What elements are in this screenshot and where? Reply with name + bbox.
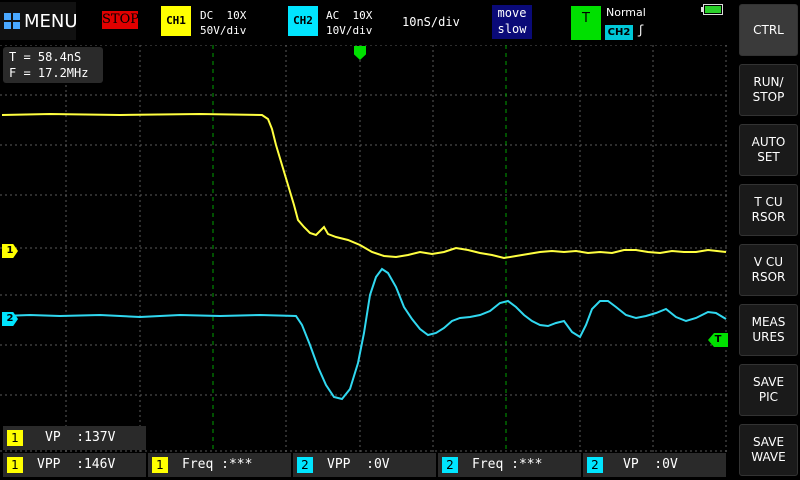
measurement-vp-ch2: 2 VP :0V xyxy=(583,453,726,477)
measurement-vp-ch1: 1 VP :137V xyxy=(3,426,146,450)
waveform-display[interactable] xyxy=(0,45,728,452)
measurement-value: VP :137V xyxy=(45,430,116,445)
measures-button[interactable]: MEAS URES xyxy=(739,304,798,356)
run-stop-button[interactable]: RUN/STOP xyxy=(739,64,798,116)
measurement-channel: 2 xyxy=(297,457,313,473)
t-cursor-label-2: RSOR xyxy=(751,210,786,224)
measurement-channel: 1 xyxy=(7,430,23,446)
cursor-readout: T = 58.4nS F = 17.2MHz xyxy=(3,47,103,83)
t-cursor-label-1: T CU xyxy=(754,195,783,209)
measurement-channel: 2 xyxy=(587,457,603,473)
ch2-settings[interactable]: AC 10X 10V/div xyxy=(326,8,372,38)
graticule xyxy=(0,45,728,452)
run-stop-label-1: RUN/ xyxy=(753,75,784,89)
auto-set-label-1: AUTO xyxy=(751,135,786,149)
measurement-channel: 1 xyxy=(7,457,23,473)
ch1-coupling: DC xyxy=(200,9,214,22)
move-label: move xyxy=(497,6,527,20)
measurement-value: VPP :146V xyxy=(37,457,116,472)
v-cursor-label-2: RSOR xyxy=(751,270,786,284)
move-speed-button[interactable]: move slow xyxy=(492,5,532,39)
period-readout: T = 58.4nS xyxy=(9,50,82,64)
speed-label: slow xyxy=(497,22,527,36)
auto-set-label-2: SET xyxy=(757,150,780,164)
frequency-readout: F = 17.2MHz xyxy=(9,66,89,80)
measurement-vpp-ch2: 2 VPP :0V xyxy=(293,453,436,477)
ch2-scale: 10V/div xyxy=(326,24,373,37)
run-stop-label-2: STOP xyxy=(752,90,785,104)
top-bar: MENU STOP CH1 DC 10X 50V/div CH2 AC 10X … xyxy=(0,0,735,44)
measurement-channel: 2 xyxy=(442,457,458,473)
auto-set-button[interactable]: AUTO SET xyxy=(739,124,798,176)
control-sidebar: CTRL RUN/STOP AUTO SET T CU RSOR V CU RSOR … xyxy=(737,0,800,480)
ch1-scale: 50V/div xyxy=(200,24,247,37)
ch2-waveform xyxy=(1,267,727,401)
save-wave-button[interactable]: SAVE WAVE xyxy=(739,424,798,476)
measurement-value: VPP :0V xyxy=(327,457,390,472)
menu-label: MENU xyxy=(24,11,78,32)
run-state-badge[interactable]: STOP xyxy=(102,11,139,29)
ch2-coupling: AC xyxy=(326,9,340,22)
timebase-label[interactable]: 10nS/div xyxy=(402,15,460,29)
measurement-freq-ch2: 2 Freq :*** xyxy=(438,453,581,477)
ctrl-label: CTRL xyxy=(753,22,784,37)
save-pic-button[interactable]: SAVE PIC xyxy=(739,364,798,416)
measurement-freq-ch1: 1 Freq :*** xyxy=(148,453,291,477)
t-cursor-button[interactable]: T CU RSOR xyxy=(739,184,798,236)
ch1-probe: 10X xyxy=(226,9,247,22)
trigger-source[interactable]: CH2 xyxy=(605,25,633,40)
menu-grid-icon xyxy=(4,13,20,29)
measurement-vpp-ch1: 1 VPP :146V xyxy=(3,453,146,477)
measures-label-1: MEAS xyxy=(751,315,786,329)
save-pic-label-1: SAVE xyxy=(752,375,785,389)
trigger-mode[interactable]: Normal xyxy=(606,6,646,19)
battery-icon xyxy=(701,4,723,15)
trigger-tag[interactable]: T xyxy=(571,6,601,40)
measurement-value: Freq :*** xyxy=(472,457,543,472)
falling-edge-icon[interactable]: ʃ xyxy=(637,23,644,37)
save-pic-label-2: PIC xyxy=(758,390,779,404)
v-cursor-label-1: V CU xyxy=(753,255,784,269)
measurement-value: Freq :*** xyxy=(182,457,253,472)
ch2-probe: 10X xyxy=(352,9,373,22)
ch1-settings[interactable]: DC 10X 50V/div xyxy=(200,8,246,38)
ch1-waveform xyxy=(1,112,727,260)
ctrl-button[interactable]: CTRL xyxy=(739,4,798,56)
menu-button[interactable]: MENU xyxy=(0,2,78,40)
save-wave-label-1: SAVE xyxy=(752,435,785,449)
measurement-value: VP :0V xyxy=(623,457,678,472)
save-wave-label-2: WAVE xyxy=(751,450,786,464)
ch1-tag[interactable]: CH1 xyxy=(161,6,191,36)
v-cursor-button[interactable]: V CU RSOR xyxy=(739,244,798,296)
measurement-channel: 1 xyxy=(152,457,168,473)
ch2-tag[interactable]: CH2 xyxy=(288,6,318,36)
measures-label-2: URES xyxy=(752,330,785,344)
waveform-svg xyxy=(0,45,728,452)
